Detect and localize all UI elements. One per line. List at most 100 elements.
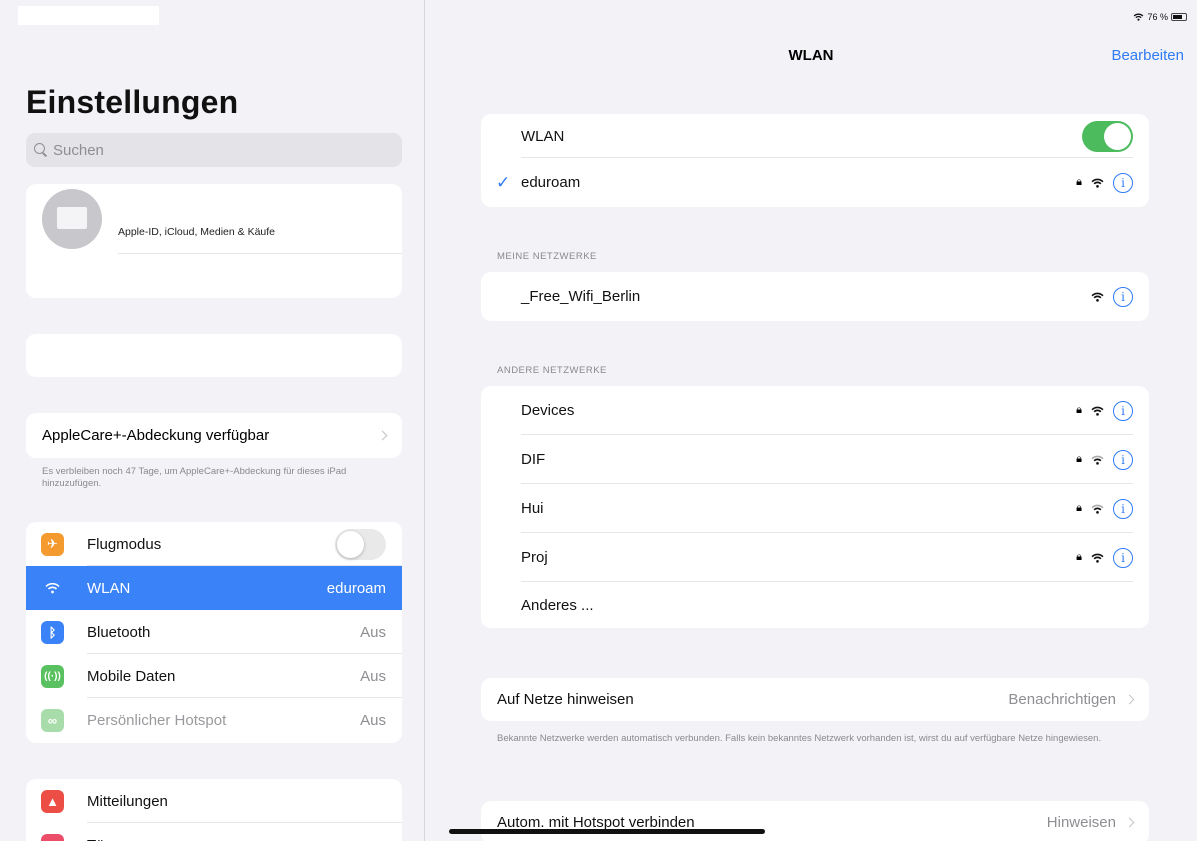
applecare-label: AppleCare+-Abdeckung verfügbar	[42, 427, 270, 444]
sidebar-item-value: Aus	[360, 711, 386, 729]
apple-id-card[interactable]: Apple-ID, iCloud, Medien & Käufe	[26, 184, 402, 298]
edit-button[interactable]: Bearbeiten	[1111, 47, 1184, 64]
info-icon[interactable]: i	[1113, 547, 1133, 568]
sidebar-item-toene[interactable]: ♪ Tö	[26, 823, 402, 841]
sidebar-item-flugmodus[interactable]: ✈ Flugmodus	[26, 522, 402, 566]
wlan-toggle-row[interactable]: WLAN	[481, 114, 1149, 158]
sidebar-item-label: Mitteilungen	[87, 792, 168, 810]
network-status-icons: i	[1091, 286, 1133, 307]
ask-to-join-row[interactable]: Auf Netze hinweisen Benachrichtigen	[481, 678, 1149, 721]
network-row[interactable]: DIF 🔒︎ i	[481, 435, 1149, 484]
battery-percent: 76 %	[1147, 12, 1168, 22]
wifi-signal-icon	[1091, 178, 1104, 188]
network-name: Proj	[521, 549, 548, 566]
info-icon[interactable]: i	[1113, 498, 1133, 519]
airplane-icon: ✈	[41, 532, 64, 556]
network-name: Devices	[521, 402, 575, 419]
ask-to-join-label: Auf Netze hinweisen	[497, 691, 634, 708]
other-networks-header: ANDERE NETZWERKE	[497, 365, 607, 376]
search-placeholder: Suchen	[53, 141, 104, 159]
info-icon[interactable]: i	[1113, 400, 1133, 421]
info-icon[interactable]: i	[1113, 286, 1133, 307]
wifi-signal-icon	[1091, 406, 1104, 416]
network-row[interactable]: Hui 🔒︎ i	[481, 484, 1149, 533]
ask-to-join-value-group: Benachrichtigen	[1008, 691, 1135, 708]
sidebar-item-label: Bluetooth	[87, 623, 151, 641]
wlan-card: WLAN ✓ eduroam 🔒︎ i	[481, 114, 1149, 207]
sidebar-item-label: Persönlicher Hotspot	[87, 711, 227, 729]
sidebar-item-value: eduroam	[326, 579, 386, 597]
auto-hotspot-value-group: Hinweisen	[1046, 814, 1135, 831]
divider	[118, 253, 402, 254]
sidebar-item-hotspot[interactable]: ∞ Persönlicher Hotspot Aus	[26, 698, 402, 742]
wifi-signal-icon	[1091, 455, 1104, 465]
network-name: Hui	[521, 500, 544, 517]
search-icon	[34, 143, 48, 157]
ask-to-join-note: Bekannte Netzwerke werden automatisch ve…	[497, 733, 1102, 744]
auto-hotspot-value: Hinweisen	[1046, 814, 1116, 831]
auto-hotspot-row[interactable]: Autom. mit Hotspot verbinden Hinweisen	[481, 801, 1149, 841]
chevron-right-icon	[1124, 817, 1135, 828]
wlan-detail-pane: 76 % WLAN Bearbeiten WLAN ✓ eduroam 🔒︎ i…	[425, 0, 1197, 841]
sidebar-title: Einstellungen	[26, 84, 239, 120]
network-name: eduroam	[521, 174, 581, 191]
lock-icon: 🔒︎	[1076, 453, 1082, 465]
hotspot-icon: ∞	[41, 708, 64, 732]
network-status-icons: 🔒︎ i	[1076, 498, 1133, 519]
avatar	[42, 189, 102, 249]
other-network-row[interactable]: Anderes ...	[481, 582, 1149, 628]
my-networks-header: MEINE NETZWERKE	[497, 251, 597, 262]
chevron-right-icon	[377, 430, 388, 441]
airplane-mode-toggle[interactable]	[335, 528, 386, 560]
sounds-icon: ♪	[41, 833, 64, 841]
sidebar-item-label: WLAN	[87, 579, 131, 597]
wlan-label: WLAN	[521, 127, 565, 145]
applecare-row[interactable]: AppleCare+-Abdeckung verfügbar	[26, 413, 402, 458]
sidebar-item-label: Tö	[87, 837, 105, 841]
sidebar-item-mobile-daten[interactable]: ((·)) Mobile Daten Aus	[26, 654, 402, 698]
search-field[interactable]: Suchen	[26, 133, 402, 167]
status-bar: 76 %	[1133, 12, 1187, 22]
network-row[interactable]: _Free_Wifi_Berlin i	[481, 272, 1149, 321]
connectivity-group: ✈ Flugmodus WLAN eduroam ᛒ Bluetooth Aus…	[26, 522, 402, 743]
wifi-signal-icon	[1091, 504, 1104, 514]
sidebar-item-label: Flugmodus	[87, 535, 162, 553]
wifi-icon	[41, 576, 64, 600]
applecare-note: Es verbleiben noch 47 Tage, um AppleCare…	[42, 466, 347, 489]
my-networks-card: _Free_Wifi_Berlin i	[481, 272, 1149, 321]
wifi-status-icon	[1134, 13, 1144, 21]
lock-icon: 🔒︎	[1076, 176, 1082, 188]
sidebar-item-value: Aus	[360, 667, 386, 685]
wifi-signal-icon	[1091, 292, 1104, 302]
bluetooth-icon: ᛒ	[41, 620, 64, 644]
notifications-icon: ▲	[41, 789, 64, 813]
lock-icon: 🔒︎	[1076, 551, 1082, 563]
sidebar-item-wlan[interactable]: WLAN eduroam	[26, 566, 402, 610]
wifi-glyph	[45, 582, 60, 594]
settings-sidebar: Einstellungen Suchen Apple-ID, iCloud, M…	[0, 0, 425, 841]
info-icon[interactable]: i	[1113, 172, 1133, 193]
notifications-group: ▲ Mitteilungen ♪ Tö	[26, 779, 402, 841]
home-indicator	[449, 829, 765, 834]
status-time-area	[18, 6, 159, 25]
antenna-icon: ((·))	[41, 664, 64, 688]
ask-to-join-value: Benachrichtigen	[1008, 691, 1116, 708]
blank-card[interactable]	[26, 334, 402, 377]
wlan-toggle[interactable]	[1082, 120, 1133, 152]
battery-icon	[1171, 13, 1187, 21]
lock-icon: 🔒︎	[1076, 404, 1082, 416]
network-name: _Free_Wifi_Berlin	[521, 288, 641, 305]
network-name: DIF	[521, 451, 546, 468]
lock-icon: 🔒︎	[1076, 502, 1082, 514]
network-status-icons: 🔒︎ i	[1076, 400, 1133, 421]
network-row[interactable]: Proj 🔒︎ i	[481, 533, 1149, 582]
connected-network-row[interactable]: ✓ eduroam 🔒︎ i	[481, 158, 1149, 207]
sidebar-item-mitteilungen[interactable]: ▲ Mitteilungen	[26, 779, 402, 823]
network-status-icons: 🔒︎ i	[1076, 172, 1133, 193]
info-icon[interactable]: i	[1113, 449, 1133, 470]
sidebar-item-bluetooth[interactable]: ᛒ Bluetooth Aus	[26, 610, 402, 654]
other-network-label: Anderes ...	[521, 596, 594, 614]
network-row[interactable]: Devices 🔒︎ i	[481, 386, 1149, 435]
network-status-icons: 🔒︎ i	[1076, 449, 1133, 470]
checkmark-icon: ✓	[496, 172, 511, 192]
